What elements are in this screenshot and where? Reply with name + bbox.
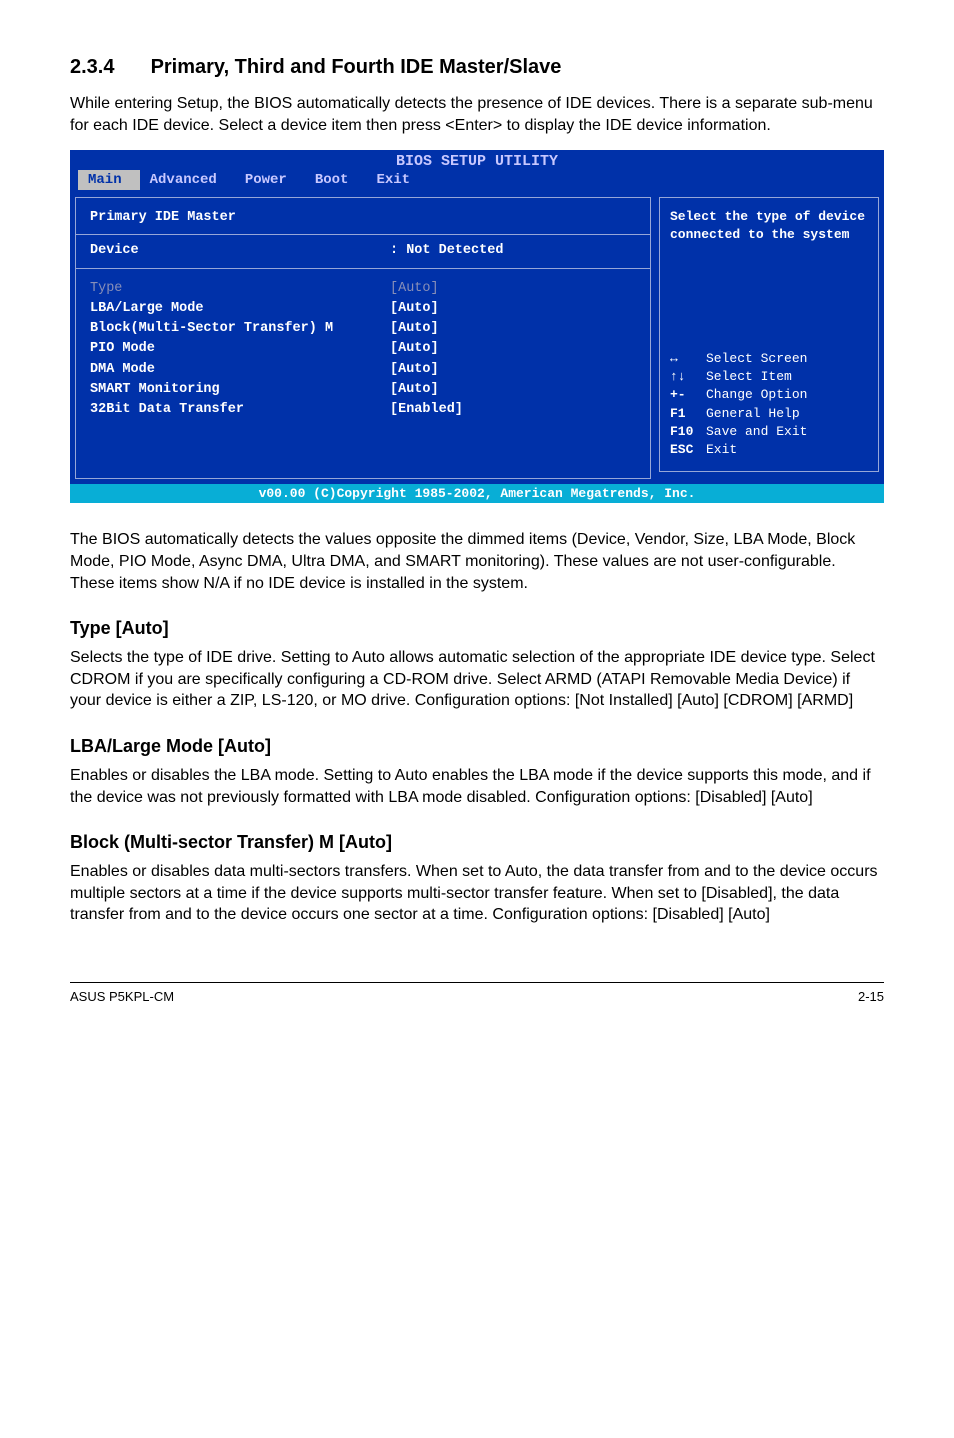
bios-item-type-value: [Auto] — [390, 279, 636, 299]
after-bios-paragraph: The BIOS automatically detects the value… — [70, 529, 884, 594]
sub-lba-title: LBA/Large Mode [Auto] — [70, 736, 884, 757]
hint-desc-ud: Select Item — [706, 368, 792, 386]
sub-block-body: Enables or disables data multi-sectors t… — [70, 861, 884, 926]
bios-tab-advanced[interactable]: Advanced — [140, 170, 235, 190]
sub-type-title: Type [Auto] — [70, 618, 884, 639]
section-title-text: Primary, Third and Fourth IDE Master/Sla… — [151, 56, 562, 78]
bios-screenshot: BIOS SETUP UTILITY Main Advanced Power B… — [70, 150, 884, 503]
hint-desc-lr: Select Screen — [706, 350, 807, 368]
footer-page-number: 2-15 — [858, 989, 884, 1004]
bios-tab-bar: Main Advanced Power Boot Exit — [70, 170, 884, 192]
bios-item-lba-label[interactable]: LBA/Large Mode — [90, 299, 390, 319]
bios-footer: v00.00 (C)Copyright 1985-2002, American … — [70, 484, 884, 503]
hint-desc-f10: Save and Exit — [706, 423, 807, 441]
bios-item-dma-value: [Auto] — [390, 360, 636, 380]
section-number: 2.3.4 — [70, 56, 145, 79]
bios-item-32bit-label[interactable]: 32Bit Data Transfer — [90, 400, 390, 420]
section-heading: 2.3.4 Primary, Third and Fourth IDE Mast… — [70, 56, 884, 79]
bios-panel-title: Primary IDE Master — [90, 208, 636, 228]
bios-item-smart-label[interactable]: SMART Monitoring — [90, 380, 390, 400]
sub-lba-body: Enables or disables the LBA mode. Settin… — [70, 765, 884, 808]
hint-key-pm: +- — [670, 386, 706, 404]
bios-item-block-value: [Auto] — [390, 319, 636, 339]
hint-desc-f1: General Help — [706, 405, 800, 423]
bios-tab-main[interactable]: Main — [78, 170, 140, 190]
bios-item-32bit-value: [Enabled] — [390, 400, 636, 420]
sub-block-title: Block (Multi-sector Transfer) M [Auto] — [70, 832, 884, 853]
bios-title: BIOS SETUP UTILITY — [70, 150, 884, 170]
bios-item-block-label[interactable]: Block(Multi-Sector Transfer) M — [90, 319, 390, 339]
sub-type-body: Selects the type of IDE drive. Setting t… — [70, 647, 884, 712]
bios-item-smart-value: [Auto] — [390, 380, 636, 400]
bios-hints: ↔Select Screen ↑↓Select Item +-Change Op… — [670, 350, 868, 459]
bios-item-lba-value: [Auto] — [390, 299, 636, 319]
hint-key-f10: F10 — [670, 423, 706, 441]
hint-key-esc: ESC — [670, 441, 706, 459]
bios-tab-exit[interactable]: Exit — [366, 170, 428, 190]
footer-product: ASUS P5KPL-CM — [70, 989, 174, 1004]
bios-tab-boot[interactable]: Boot — [305, 170, 367, 190]
hint-desc-pm: Change Option — [706, 386, 807, 404]
bios-device-label: Device — [90, 241, 390, 261]
page-footer: ASUS P5KPL-CM 2-15 — [70, 982, 884, 1004]
hint-desc-esc: Exit — [706, 441, 737, 459]
bios-item-dma-label[interactable]: DMA Mode — [90, 360, 390, 380]
bios-item-pio-label[interactable]: PIO Mode — [90, 339, 390, 359]
bios-device-value: : Not Detected — [390, 241, 636, 261]
intro-paragraph: While entering Setup, the BIOS automatic… — [70, 93, 884, 136]
hint-key-lr: ↔ — [670, 350, 706, 368]
bios-tab-power[interactable]: Power — [235, 170, 305, 190]
hint-key-ud: ↑↓ — [670, 368, 706, 386]
bios-item-type-label[interactable]: Type — [90, 279, 390, 299]
bios-item-pio-value: [Auto] — [390, 339, 636, 359]
bios-help-text: Select the type of device connected to t… — [670, 208, 868, 244]
hint-key-f1: F1 — [670, 405, 706, 423]
